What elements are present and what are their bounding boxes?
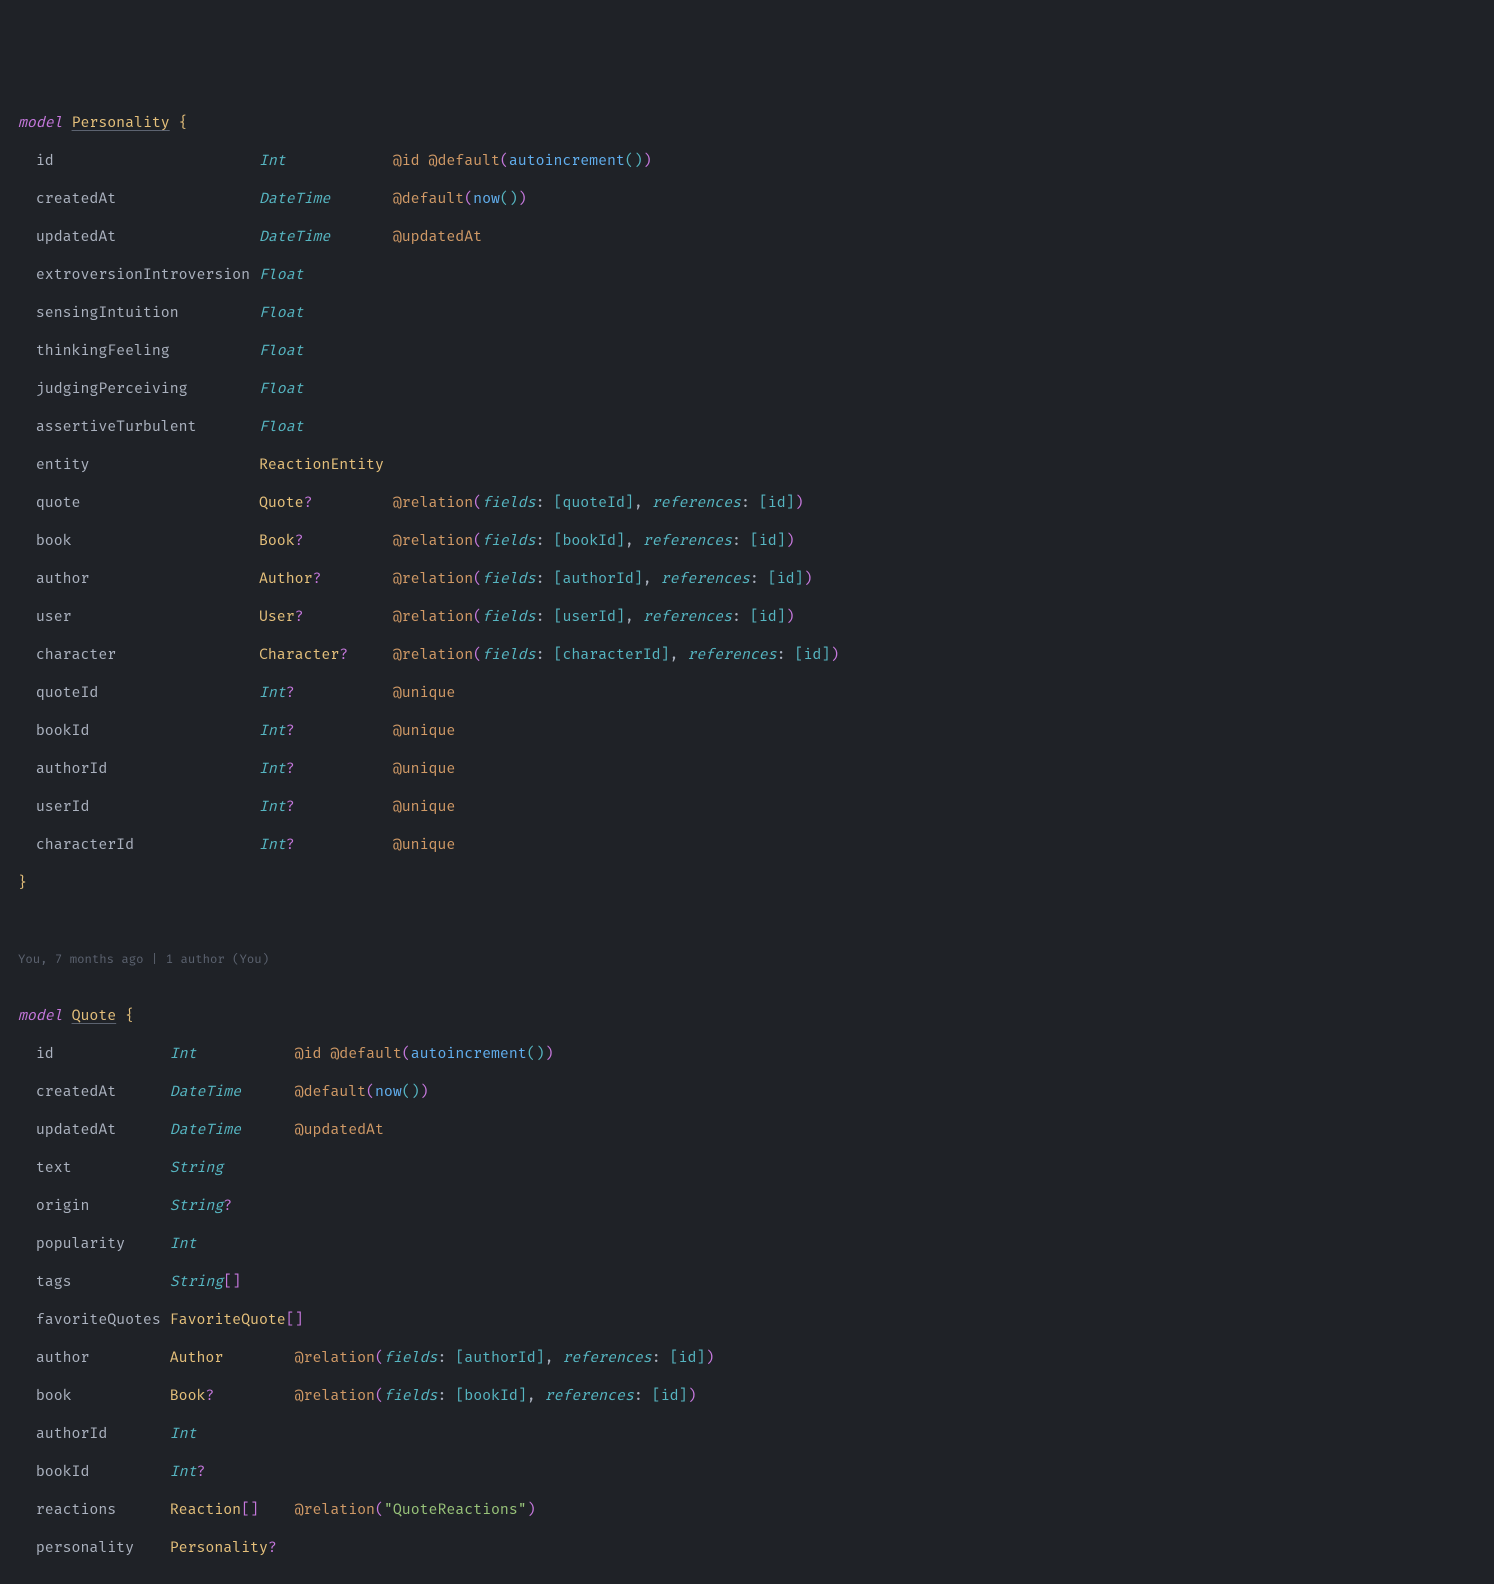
keyword-model: model	[18, 1008, 63, 1025]
field-createdAt: createdAt DateTime @default(now())	[0, 1083, 1494, 1102]
field-book: book Book? @relation(fields: [bookId], r…	[0, 532, 1494, 551]
field-entity: entity ReactionEntity	[0, 456, 1494, 475]
field-id: id Int @id @default(autoincrement())	[0, 1045, 1494, 1064]
field-characterId: characterId Int? @unique	[0, 836, 1494, 855]
field-user: user User? @relation(fields: [userId], r…	[0, 608, 1494, 627]
blank-line	[0, 1577, 1494, 1584]
field-userId: userId Int? @unique	[0, 798, 1494, 817]
code-editor[interactable]: model Personality { id Int @id @default(…	[0, 76, 1494, 1584]
model-name: Quote	[72, 1008, 117, 1025]
field-bookId: bookId Int?	[0, 1463, 1494, 1482]
field-id: id Int @id @default(autoincrement())	[0, 152, 1494, 171]
field-authorId: authorId Int? @unique	[0, 760, 1494, 779]
field-updatedAt: updatedAt DateTime @updatedAt	[0, 1121, 1494, 1140]
field-extroversion: extroversionIntroversion Float	[0, 266, 1494, 285]
field-updatedAt: updatedAt DateTime @updatedAt	[0, 228, 1494, 247]
field-origin: origin String?	[0, 1197, 1494, 1216]
field-assertive: assertiveTurbulent Float	[0, 418, 1494, 437]
field-text: text String	[0, 1159, 1494, 1178]
field-author: author Author @relation(fields: [authorI…	[0, 1349, 1494, 1368]
keyword-model: model	[18, 115, 63, 132]
field-book: book Book? @relation(fields: [bookId], r…	[0, 1387, 1494, 1406]
field-authorId: authorId Int	[0, 1425, 1494, 1444]
field-thinking: thinkingFeeling Float	[0, 342, 1494, 361]
model-declaration: model Personality {	[0, 114, 1494, 133]
field-popularity: popularity Int	[0, 1235, 1494, 1254]
field-tags: tags String[]	[0, 1273, 1494, 1292]
field-favoriteQuotes: favoriteQuotes FavoriteQuote[]	[0, 1311, 1494, 1330]
blank-line	[0, 912, 1494, 931]
field-judging: judgingPerceiving Float	[0, 380, 1494, 399]
field-character: character Character? @relation(fields: […	[0, 646, 1494, 665]
field-reactions: reactions Reaction[] @relation("QuoteRea…	[0, 1501, 1494, 1520]
model-name: Personality	[72, 115, 170, 132]
field-sensing: sensingIntuition Float	[0, 304, 1494, 323]
open-brace: {	[179, 115, 188, 132]
field-quote: quote Quote? @relation(fields: [quoteId]…	[0, 494, 1494, 513]
field-bookId: bookId Int? @unique	[0, 722, 1494, 741]
close-brace: }	[0, 874, 1494, 893]
field-quoteId: quoteId Int? @unique	[0, 684, 1494, 703]
open-brace: {	[125, 1008, 134, 1025]
gitlens-annotation[interactable]: You, 7 months ago | 1 author (You)	[0, 950, 1494, 969]
field-author: author Author? @relation(fields: [author…	[0, 570, 1494, 589]
model-declaration: model Quote {	[0, 1007, 1494, 1026]
field-createdAt: createdAt DateTime @default(now())	[0, 190, 1494, 209]
field-personality: personality Personality?	[0, 1539, 1494, 1558]
